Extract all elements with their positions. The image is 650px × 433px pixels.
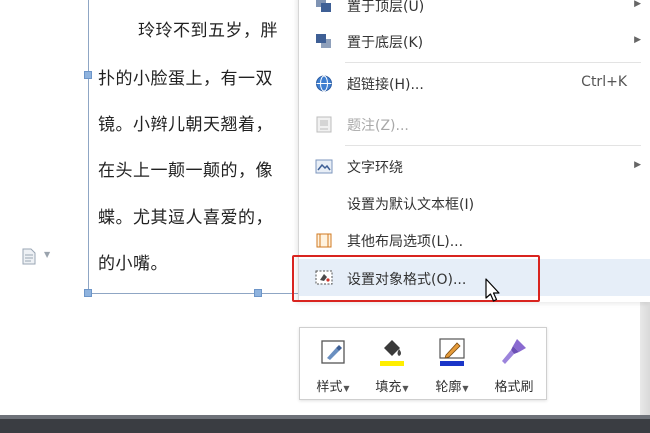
style-button[interactable]: 样式▼ (304, 328, 362, 401)
text-line: 镜。小辫儿朝天翘着， (98, 115, 273, 135)
toolbar-button-label: 格式刷 (494, 380, 534, 395)
menu-item-text-wrap[interactable]: 文字环绕 ▶ (299, 149, 650, 183)
outline-pen-icon (439, 338, 465, 366)
menu-item-label: 置于底层(K) (347, 35, 424, 51)
highlight-annotation (292, 255, 540, 302)
menu-item-label: 设置为默认文本框(I) (347, 197, 475, 213)
menu-item-label: 超链接(H)... (347, 77, 424, 93)
resize-handle-left[interactable] (84, 71, 92, 79)
text-line: 的小嘴。 (98, 254, 168, 274)
send-to-back-icon (316, 34, 331, 48)
menu-item-send-to-back[interactable]: 置于底层(K) ▶ (299, 24, 650, 58)
text-line: 在头上一颠一颠的，像 (98, 161, 273, 181)
outline-button[interactable]: 轮廓▼ (423, 328, 481, 401)
mouse-cursor-icon (485, 278, 500, 302)
menu-separator (345, 62, 641, 63)
caption-icon (316, 116, 332, 133)
submenu-arrow-icon: ▶ (634, 35, 641, 45)
fill-button[interactable]: 填充▼ (363, 328, 421, 401)
document-icon[interactable] (22, 248, 36, 265)
toolbar-button-label: 轮廓 (435, 380, 462, 395)
text-line: 玲玲不到五岁，胖 (138, 21, 278, 41)
menu-item-layout-options[interactable]: 其他布局选项(L)... (299, 223, 650, 257)
chevron-down-icon: ▼ (462, 384, 469, 393)
status-bar (0, 415, 650, 433)
resize-handle-bottom[interactable] (254, 289, 262, 297)
text-line: 蝶。尤其逗人喜爱的， (98, 208, 273, 228)
text-wrap-icon (315, 159, 333, 174)
chevron-down-icon[interactable]: ▼ (44, 250, 50, 259)
submenu-arrow-icon: ▶ (634, 160, 641, 170)
menu-item-label: 置于顶层(U) (347, 0, 425, 15)
fill-bucket-icon (380, 340, 404, 366)
toolbar-button-label: 填充 (375, 380, 402, 395)
menu-item-set-default-textbox[interactable]: 设置为默认文本框(I) (299, 186, 650, 220)
menu-item-label: 题注(Z)... (347, 118, 409, 134)
resize-handle-bottom-left[interactable] (84, 289, 92, 297)
layout-options-icon (316, 233, 332, 248)
hyperlink-icon (316, 75, 332, 92)
style-icon (321, 340, 345, 364)
textbox-content[interactable]: 玲玲不到五岁，胖 扑的小脸蛋上，有一双 镜。小辫儿朝天翘着， 在头上一颠一颠的，… (98, 0, 308, 290)
format-painter-icon (502, 339, 526, 364)
shortcut-label: Ctrl+K (581, 74, 627, 90)
format-painter-button[interactable]: 格式刷 (484, 328, 544, 401)
bring-to-front-icon (316, 0, 331, 12)
menu-item-label: 文字环绕 (347, 160, 403, 176)
submenu-arrow-icon: ▶ (634, 0, 641, 9)
toolbar-button-label: 样式 (316, 380, 343, 395)
menu-separator (345, 145, 641, 146)
text-line: 扑的小脸蛋上，有一双 (98, 69, 273, 89)
menu-item-label: 其他布局选项(L)... (347, 234, 464, 250)
menu-item-caption: 题注(Z)... (299, 107, 650, 141)
chevron-down-icon: ▼ (402, 384, 409, 393)
mini-toolbar: 样式▼ 填充▼ 轮廓▼ 格式刷 (299, 327, 547, 400)
chevron-down-icon: ▼ (343, 384, 350, 393)
menu-item-hyperlink[interactable]: 超链接(H)... Ctrl+K (299, 66, 650, 100)
menu-item-bring-to-front[interactable]: 置于顶层(U) ▶ (299, 0, 650, 22)
